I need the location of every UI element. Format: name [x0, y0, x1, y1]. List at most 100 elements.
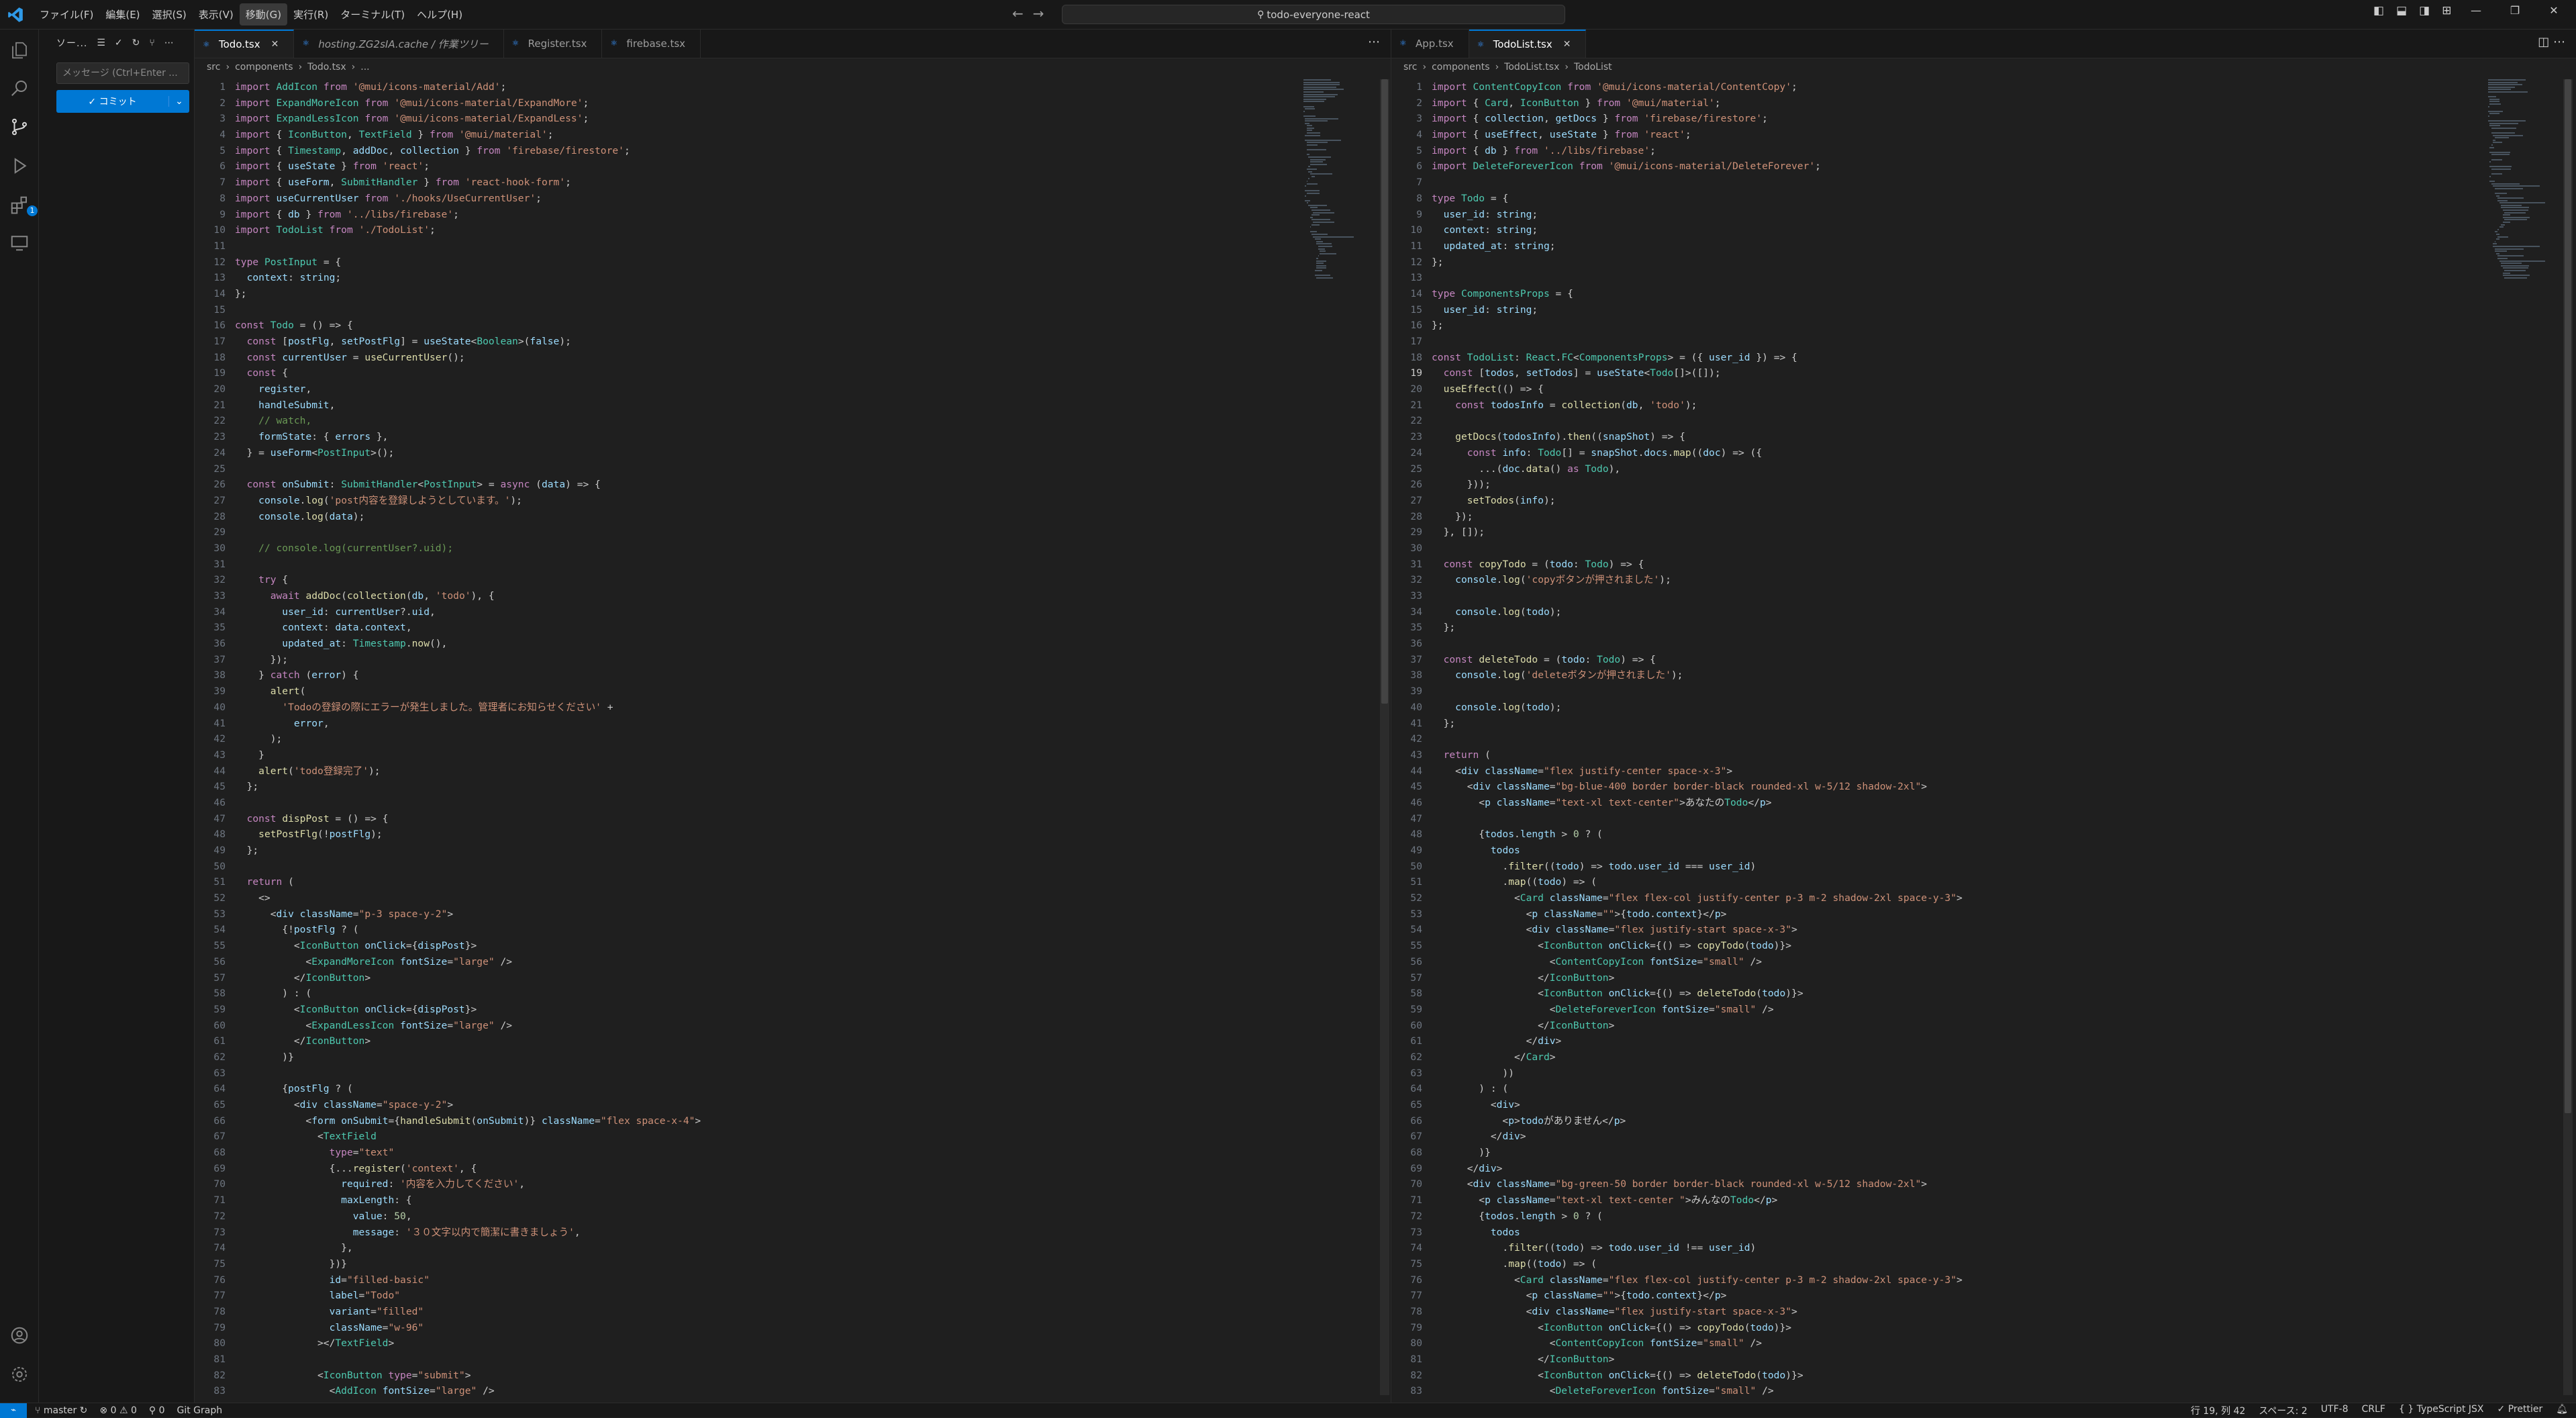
code-line[interactable]: 58 ) : (	[195, 986, 701, 1002]
code-line[interactable]: 32 try {	[195, 572, 701, 588]
code-area-left[interactable]: 1 import AddIcon from '@mui/icons-materia…	[195, 79, 701, 1399]
commit-button[interactable]: ✓ コミット ⌄	[56, 90, 189, 113]
code-line[interactable]: 3 import { collection, getDocs } from 'fi…	[1391, 111, 1963, 127]
code-line[interactable]: 7 import { useForm, SubmitHandler } from …	[195, 175, 701, 191]
code-line[interactable]: 51 .map((todo) => (	[1391, 874, 1963, 890]
code-line[interactable]: 10 context: string;	[1391, 222, 1963, 238]
close-window-icon[interactable]: ✕	[2534, 4, 2573, 17]
code-line[interactable]: 38 } catch (error) {	[195, 667, 701, 683]
code-line[interactable]: 49 };	[195, 843, 701, 859]
code-line[interactable]: 11	[195, 238, 701, 254]
more-actions-icon[interactable]: ⋯	[164, 38, 174, 48]
code-line[interactable]: 21 handleSubmit,	[195, 397, 701, 414]
scrollbar-thumb-left[interactable]	[1381, 79, 1388, 704]
breadcrumb-item[interactable]: components	[235, 62, 293, 73]
code-line[interactable]: 78 <div className="flex justify-start sp…	[1391, 1304, 1963, 1320]
extensions-icon[interactable]: 1	[8, 193, 38, 216]
code-line[interactable]: 53 <div className="p-3 space-y-2">	[195, 906, 701, 923]
code-line[interactable]: 31 const copyTodo = (todo: Todo) => {	[1391, 557, 1963, 573]
code-line[interactable]: 75 })}	[195, 1256, 701, 1272]
code-line[interactable]: 54 {!postFlg ? (	[195, 922, 701, 938]
code-line[interactable]: 19 const {	[195, 365, 701, 381]
code-line[interactable]: 18 const TodoList: React.FC<ComponentsPro…	[1391, 350, 1963, 366]
code-line[interactable]: 74 },	[195, 1240, 701, 1256]
code-line[interactable]: 4 import { IconButton, TextField } from '…	[195, 127, 701, 143]
code-line[interactable]: 37 const deleteTodo = (todo: Todo) => {	[1391, 652, 1963, 668]
code-line[interactable]: 63 ))	[1391, 1066, 1963, 1082]
code-line[interactable]: 55 <IconButton onClick={dispPost}>	[195, 938, 701, 954]
code-line[interactable]: 29	[195, 524, 701, 540]
code-line[interactable]: 80 <ContentCopyIcon fontSize="small" />	[1391, 1335, 1963, 1352]
code-line[interactable]: 5 import { db } from '../libs/firebase';	[1391, 143, 1963, 159]
code-line[interactable]: 67 <TextField	[195, 1129, 701, 1145]
code-line[interactable]: 47 const dispPost = () => {	[195, 811, 701, 827]
code-line[interactable]: 60 </IconButton>	[1391, 1018, 1963, 1034]
editor-tab[interactable]: ⚛ TodoList.tsx ✕	[1469, 30, 1587, 58]
code-line[interactable]: 19 const [todos, setTodos] = useState<To…	[1391, 365, 1963, 381]
code-line[interactable]: 28 });	[1391, 509, 1963, 525]
code-line[interactable]: 42 );	[195, 731, 701, 747]
code-line[interactable]: 52 <>	[195, 890, 701, 906]
code-line[interactable]: 16 const Todo = () => {	[195, 318, 701, 334]
code-line[interactable]: 9 user_id: string;	[1391, 207, 1963, 223]
accounts-icon[interactable]	[8, 1324, 31, 1347]
code-line[interactable]: 83 <AddIcon fontSize="large" />	[195, 1383, 701, 1399]
close-icon[interactable]: ✕	[271, 39, 279, 50]
code-line[interactable]: 12 type PostInput = {	[195, 254, 701, 271]
scrollbar-right[interactable]	[2563, 79, 2573, 1395]
code-line[interactable]: 79 className="w-96"	[195, 1320, 701, 1336]
chevron-down-icon[interactable]: ⌄	[168, 96, 189, 107]
code-line[interactable]: 59 <IconButton onClick={dispPost}>	[195, 1002, 701, 1018]
code-line[interactable]: 7	[1391, 175, 1963, 191]
code-line[interactable]: 66 <form onSubmit={handleSubmit(onSubmit…	[195, 1113, 701, 1129]
code-line[interactable]: 60 <ExpandLessIcon fontSize="large" />	[195, 1018, 701, 1034]
code-line[interactable]: 41 error,	[195, 716, 701, 732]
code-line[interactable]: 75 .map((todo) => (	[1391, 1256, 1963, 1272]
code-line[interactable]: 54 <div className="flex justify-start sp…	[1391, 922, 1963, 938]
code-line[interactable]: 43 return (	[1391, 747, 1963, 763]
code-line[interactable]: 8 type Todo = {	[1391, 191, 1963, 207]
code-line[interactable]: 25 ...(doc.data() as Todo),	[1391, 461, 1963, 477]
back-arrow-icon[interactable]: ←	[1012, 5, 1024, 21]
code-line[interactable]: 81 </IconButton>	[1391, 1352, 1963, 1368]
prettier-status[interactable]: ✓ Prettier	[2497, 1404, 2543, 1417]
code-line[interactable]: 64 ) : (	[1391, 1081, 1963, 1097]
code-line[interactable]: 20 useEffect(() => {	[1391, 381, 1963, 397]
code-line[interactable]: 82 <IconButton onClick={() => deleteTodo…	[1391, 1368, 1963, 1384]
code-line[interactable]: 71 maxLength: {	[195, 1192, 701, 1209]
toggle-panel-icon[interactable]: ⬓	[2396, 4, 2407, 17]
code-line[interactable]: 57 </IconButton>	[195, 970, 701, 986]
code-line[interactable]: 56 <ExpandMoreIcon fontSize="large" />	[195, 954, 701, 970]
code-line[interactable]: 3 import ExpandLessIcon from '@mui/icons-…	[195, 111, 701, 127]
code-line[interactable]: 44 alert('todo登録完了');	[195, 763, 701, 779]
remote-indicator-icon[interactable]: ⌁	[0, 1403, 27, 1418]
code-line[interactable]: 32 console.log('copyボタンが押されました');	[1391, 572, 1963, 588]
code-line[interactable]: 29 }, []);	[1391, 524, 1963, 540]
code-line[interactable]: 56 <ContentCopyIcon fontSize="small" />	[1391, 954, 1963, 970]
code-line[interactable]: 62 </Card>	[1391, 1049, 1963, 1066]
git-graph-icon[interactable]: ⑂	[149, 38, 154, 48]
code-line[interactable]: 13	[1391, 270, 1963, 286]
indentation[interactable]: スペース: 2	[2259, 1404, 2307, 1417]
run-debug-icon[interactable]	[8, 154, 31, 177]
close-icon[interactable]: ✕	[1563, 39, 1571, 50]
forward-arrow-icon[interactable]: →	[1033, 5, 1044, 21]
encoding[interactable]: UTF-8	[2321, 1404, 2348, 1417]
code-line[interactable]: 83 <DeleteForeverIcon fontSize="small" /…	[1391, 1383, 1963, 1399]
code-line[interactable]: 17	[1391, 334, 1963, 350]
code-line[interactable]: 53 <p className="">{todo.context}</p>	[1391, 906, 1963, 923]
code-line[interactable]: 59 <DeleteForeverIcon fontSize="small" /…	[1391, 1002, 1963, 1018]
breadcrumb-item[interactable]: TodoList.tsx	[1504, 62, 1559, 73]
code-line[interactable]: 63	[195, 1066, 701, 1082]
code-line[interactable]: 15 user_id: string;	[1391, 302, 1963, 318]
code-line[interactable]: 30 // console.log(currentUser?.uid);	[195, 540, 701, 557]
code-line[interactable]: 64 {postFlg ? (	[195, 1081, 701, 1097]
source-control-icon[interactable]	[8, 115, 31, 138]
code-line[interactable]: 26 const onSubmit: SubmitHandler<PostInp…	[195, 477, 701, 493]
code-line[interactable]: 76 <Card className="flex flex-col justif…	[1391, 1272, 1962, 1288]
code-line[interactable]: 70 <div className="bg-green-50 border bo…	[1391, 1176, 1963, 1192]
code-line[interactable]: 67 </div>	[1391, 1129, 1963, 1145]
code-line[interactable]: 66 <p>todoがありません</p>	[1391, 1113, 1963, 1129]
code-line[interactable]: 58 <IconButton onClick={() => deleteTodo…	[1391, 986, 1963, 1002]
code-line[interactable]: 68 )}	[1391, 1145, 1963, 1161]
